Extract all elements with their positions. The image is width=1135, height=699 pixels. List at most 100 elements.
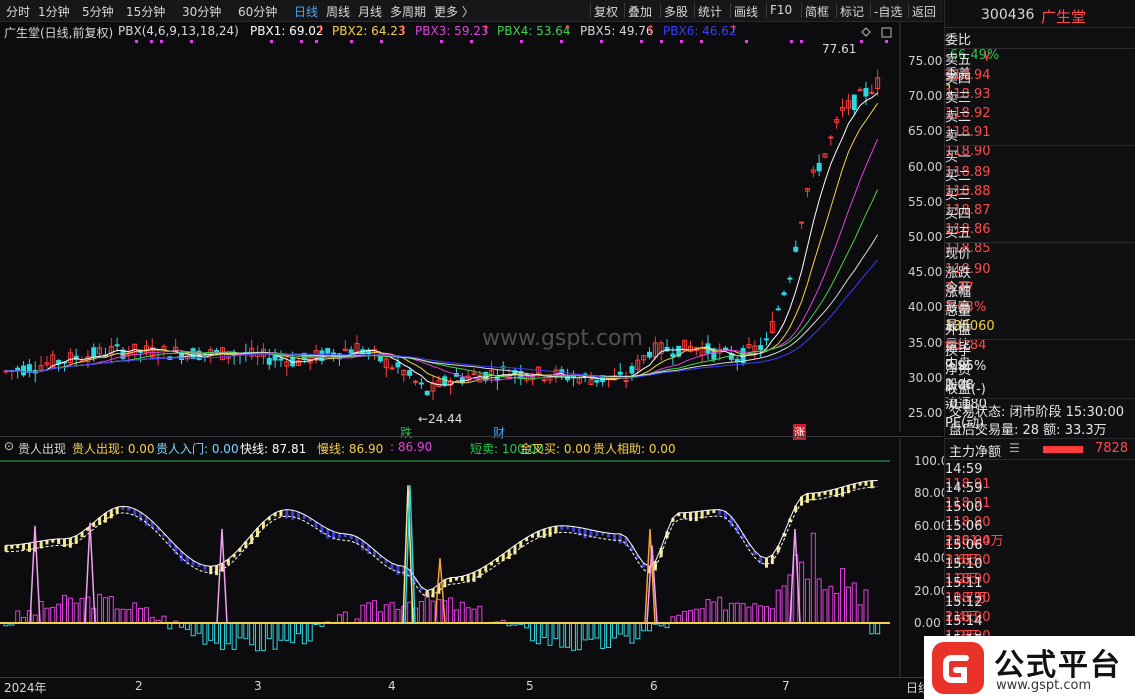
histogram-bar — [407, 601, 413, 624]
signal-marker — [680, 40, 683, 43]
sell-label: 卖二 — [945, 110, 972, 125]
stat2-row-0: 换手 9.95% 股本 — [945, 340, 1135, 393]
histogram-bar — [816, 578, 822, 624]
buy-row-0[interactable]: 买一 118.89 — [945, 146, 1135, 180]
histogram-bar — [102, 597, 108, 624]
stat2-label: 净资 — [945, 363, 972, 378]
histogram-bar — [120, 608, 126, 624]
indicator-chart[interactable] — [0, 438, 943, 678]
buy-label: 买五 — [945, 226, 972, 241]
stat-label: 涨幅 — [945, 285, 972, 300]
sell-row-2[interactable]: 卖三 118.92 — [945, 87, 1135, 121]
toolbar-button-4[interactable]: 画线 — [734, 3, 758, 20]
toolbar-separator — [590, 3, 591, 18]
buy-row-4[interactable]: 买五 118.85 — [945, 222, 1135, 256]
histogram-bar — [547, 622, 553, 646]
toolbar-button-7[interactable]: 标记 — [840, 3, 864, 20]
diamond-icon[interactable] — [861, 27, 871, 37]
sell-row-4[interactable]: 卖一 118.90 — [945, 125, 1135, 159]
toolbar-separator — [908, 3, 909, 18]
sell-row-3[interactable]: 卖二 118.91 — [945, 106, 1135, 140]
signal-marker — [160, 40, 163, 43]
pbx-legend-3: PBX3: 59.23 — [415, 24, 489, 38]
candle — [687, 340, 693, 353]
tick-row-8: 15:14118.901.2万 — [945, 614, 1135, 663]
period-tab-4[interactable]: 30分钟 — [182, 3, 221, 20]
histogram-bar — [307, 622, 313, 642]
chart-window-icon[interactable] — [881, 27, 892, 38]
candle — [448, 377, 454, 395]
period-tab-3[interactable]: 15分钟 — [126, 3, 165, 20]
period-tab-10[interactable]: 更多 〉 — [434, 3, 474, 20]
toolbar-button-0[interactable]: 复权 — [594, 3, 618, 20]
toolbar-button-9[interactable]: 返回 — [912, 3, 936, 20]
signal-marker — [470, 40, 473, 43]
pbx-up-arrow-icon: ↑ — [729, 23, 739, 36]
toolbar-button-8[interactable]: -自选 — [874, 3, 902, 20]
candle — [21, 361, 27, 378]
histogram-bar — [828, 585, 834, 624]
period-tab-7[interactable]: 周线 — [326, 3, 350, 20]
price-tick: 75.00 — [908, 54, 943, 68]
sell-label: 卖五 — [945, 53, 972, 68]
stat-label: 总量 — [945, 304, 972, 319]
candle — [670, 346, 676, 365]
candle — [143, 340, 149, 357]
toolbar-button-5[interactable]: F10 — [770, 3, 792, 17]
histogram-bar — [73, 602, 79, 624]
candle — [769, 311, 775, 334]
period-tab-5[interactable]: 60分钟 — [238, 3, 277, 20]
toolbar-button-3[interactable]: 统计 — [698, 3, 722, 20]
histogram-bar — [734, 602, 740, 624]
candle — [641, 354, 647, 365]
signal-marker — [700, 40, 703, 43]
ind-icon[interactable]: ⊙ — [4, 439, 14, 453]
candle — [430, 375, 436, 401]
histogram-bar — [623, 622, 629, 637]
histogram-bar — [635, 622, 641, 640]
toolbar-button-1[interactable]: 叠加 — [628, 3, 652, 20]
histogram-bar — [243, 622, 249, 640]
watermark: www.gspt.com — [482, 326, 643, 351]
toolbar-separator — [660, 3, 661, 18]
sell-row-0[interactable]: 卖五 118.94 1 — [945, 49, 1135, 98]
candle — [840, 98, 846, 118]
sell-row-1[interactable]: 卖四 118.93 — [945, 68, 1135, 102]
candle — [875, 69, 881, 97]
candle — [325, 347, 331, 355]
list-icon[interactable]: ☰ — [1009, 441, 1020, 455]
price-tick: 65.00 — [908, 124, 943, 139]
histogram-bar — [132, 602, 138, 624]
toolbar-separator — [766, 3, 767, 18]
tick-time: 15:14 — [945, 614, 983, 629]
pbx-up-arrow-icon: ↑ — [563, 23, 573, 36]
histogram-bar — [869, 622, 875, 635]
stat2-row-2: 收益(-) -0.180 PE(动) — [945, 378, 1135, 431]
histogram-bar — [740, 603, 746, 624]
candlestick-chart[interactable] — [0, 22, 943, 432]
tick-time: 15:00 — [945, 500, 983, 515]
buy-row-2[interactable]: 买三 118.87 — [945, 184, 1135, 218]
toolbar-button-2[interactable]: 多股 — [664, 3, 688, 20]
signal-marker — [860, 40, 863, 43]
tick-row-2: 15:00 118.90 2361.4万 — [945, 500, 1135, 549]
period-tab-6[interactable]: 日线 — [294, 3, 318, 20]
period-tab-2[interactable]: 5分钟 — [82, 3, 114, 20]
pbx-up-arrow-icon: ↑ — [481, 23, 491, 36]
after-hours: 盘后交易量: 28 额: 33.3万 — [949, 423, 1107, 438]
histogram-bar — [196, 622, 202, 634]
period-tab-8[interactable]: 月线 — [358, 3, 382, 20]
toolbar-button-6[interactable]: 简框 — [805, 3, 829, 20]
ind-legend-3: 慢线: 86.90 — [317, 442, 384, 456]
histogram-bar — [676, 614, 682, 624]
pbx-up-arrow-icon: ↑ — [398, 23, 408, 36]
period-tab-9[interactable]: 多周期 — [390, 3, 426, 20]
flow-value: 7828 — [1095, 441, 1129, 456]
buy-row-1[interactable]: 买二 118.88 — [945, 165, 1135, 199]
buy-row-3[interactable]: 买四 118.86 — [945, 203, 1135, 237]
period-tab-1[interactable]: 1分钟 — [38, 3, 70, 20]
period-tab-0[interactable]: 分时 — [6, 3, 30, 20]
histogram-bar — [617, 622, 623, 635]
histogram-bar — [717, 596, 723, 624]
x-axis-label: 5 — [526, 679, 534, 693]
